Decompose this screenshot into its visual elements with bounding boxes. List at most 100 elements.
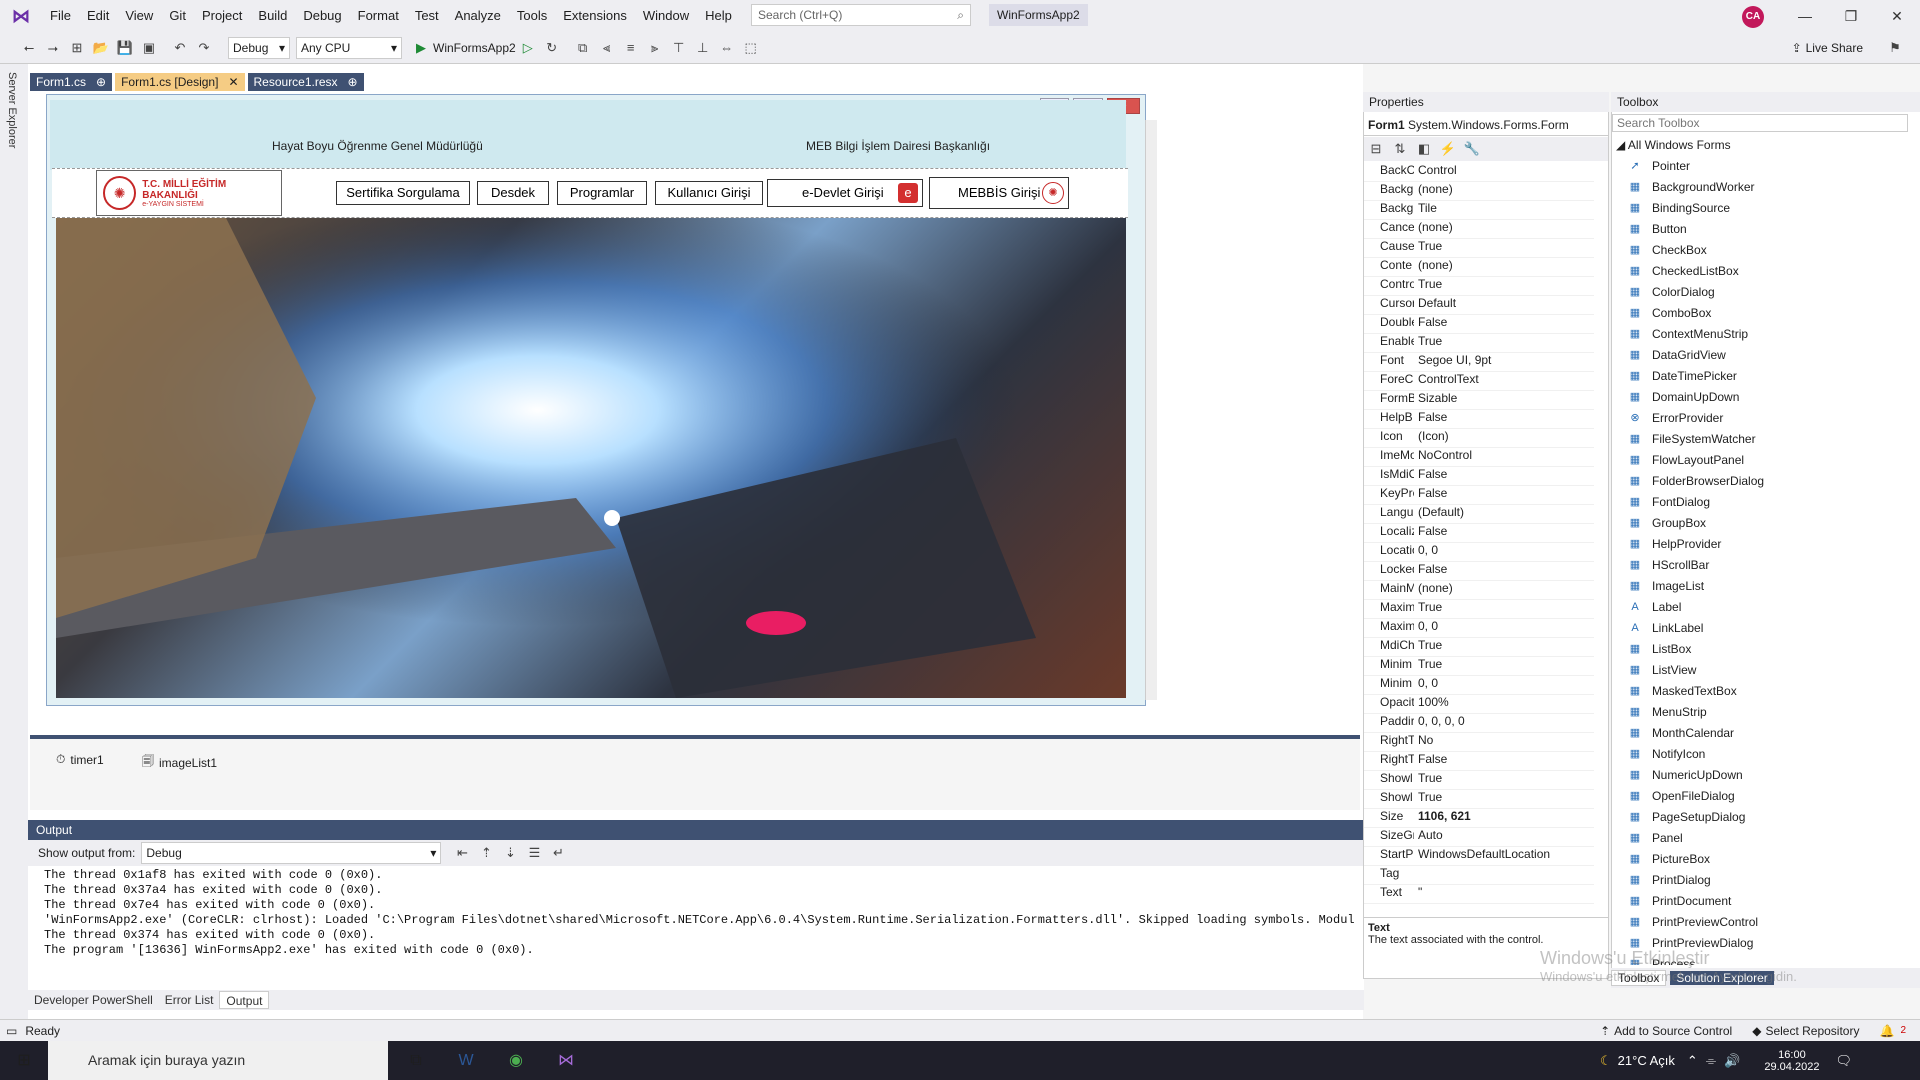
property-row[interactable]: LockedFalse xyxy=(1364,562,1594,581)
property-value[interactable]: NoControl xyxy=(1414,448,1594,466)
toolbox-item[interactable]: A LinkLabel xyxy=(1614,617,1904,638)
visual-studio-logo-icon[interactable]: ⋈ xyxy=(12,6,32,26)
property-value[interactable]: True xyxy=(1414,638,1594,656)
restore-icon[interactable]: ❐ xyxy=(1828,0,1874,32)
property-value[interactable]: True xyxy=(1414,239,1594,257)
live-share-button[interactable]: Live Share xyxy=(1806,41,1863,55)
property-row[interactable]: Opacit 100% xyxy=(1364,695,1594,714)
toolbox-group[interactable]: ◢ All Windows Forms xyxy=(1614,135,1904,155)
start-icon[interactable]: ▶ xyxy=(412,39,430,57)
property-row[interactable]: Paddir 0, 0, 0, 0 xyxy=(1364,714,1594,733)
properties-icon[interactable]: ◧ xyxy=(1415,140,1433,158)
property-row[interactable]: Backg (none) xyxy=(1364,182,1594,201)
events-icon[interactable]: ⚡ xyxy=(1439,140,1457,158)
property-row[interactable]: Conte (none) xyxy=(1364,258,1594,277)
property-value[interactable]: 0, 0, 0, 0 xyxy=(1414,714,1594,732)
property-value[interactable]: False xyxy=(1414,486,1594,504)
property-row[interactable]: Text " xyxy=(1364,885,1594,904)
property-row[interactable]: Showl True xyxy=(1364,771,1594,790)
start-button-label[interactable]: WinFormsApp2 xyxy=(433,41,516,55)
volume-icon[interactable]: 🔊 xyxy=(1724,1053,1740,1069)
prev-message-icon[interactable]: ⇡ xyxy=(477,844,495,862)
visual-studio-taskbar-icon[interactable]: ⋈ xyxy=(546,1043,586,1079)
tab-2[interactable]: Resource1.resx ⊕ xyxy=(247,73,364,91)
toolbox-item[interactable]: ▦ NumericUpDown xyxy=(1614,764,1904,785)
property-row[interactable]: Font Segoe UI, 9pt xyxy=(1364,353,1594,372)
property-row[interactable]: KeyPreFalse xyxy=(1364,486,1594,505)
toolbox-item[interactable]: ▦ NotifyIcon xyxy=(1614,743,1904,764)
toolbox-item[interactable]: ▦ BackgroundWorker xyxy=(1614,176,1904,197)
property-value[interactable]: True xyxy=(1414,600,1594,618)
property-row[interactable]: Tag xyxy=(1364,866,1594,885)
output-source-dropdown[interactable]: Debug ▾ xyxy=(141,842,442,864)
property-row[interactable]: FormB Sizable xyxy=(1364,391,1594,410)
property-value[interactable]: (none) xyxy=(1414,220,1594,238)
property-value[interactable]: Segoe UI, 9pt xyxy=(1414,353,1594,371)
save-all-icon[interactable]: ▣ xyxy=(140,39,158,57)
select-repository[interactable]: Select Repository xyxy=(1765,1020,1859,1042)
property-row[interactable]: ImeMo NoControl xyxy=(1364,448,1594,467)
toolbox-item[interactable]: ▦ OpenFileDialog xyxy=(1614,785,1904,806)
menu-test[interactable]: Test xyxy=(407,0,447,32)
property-row[interactable]: MdiCh True xyxy=(1364,638,1594,657)
menu-help[interactable]: Help xyxy=(697,0,740,32)
bottom-tab-2[interactable]: Output xyxy=(219,991,270,1009)
layout-icon[interactable]: ⧉ xyxy=(574,39,592,57)
certificate-query-button[interactable]: Sertifika Sorgulama xyxy=(336,181,470,205)
toolbox-item[interactable]: ▦ Button xyxy=(1614,218,1904,239)
network-icon[interactable]: ⌯ xyxy=(1706,1053,1716,1069)
property-value[interactable]: True xyxy=(1414,657,1594,675)
toolbox-item[interactable]: ▦ Panel xyxy=(1614,827,1904,848)
property-row[interactable]: Minim 0, 0 xyxy=(1364,676,1594,695)
task-view-icon[interactable]: ⧉ xyxy=(396,1043,436,1079)
properties-object-selector[interactable]: Form1 System.Windows.Forms.Form xyxy=(1364,114,1608,136)
property-row[interactable]: Cursor Default xyxy=(1364,296,1594,315)
minimize-icon[interactable]: — xyxy=(1782,0,1828,32)
search-box[interactable]: Search (Ctrl+Q) ⌕ xyxy=(751,4,971,26)
property-row[interactable]: Localiz False xyxy=(1364,524,1594,543)
property-value[interactable]: (none) xyxy=(1414,581,1594,599)
tab-0[interactable]: Form1.cs ⊕ xyxy=(30,73,113,91)
pin-icon[interactable]: ⊕ xyxy=(348,73,358,91)
property-value[interactable]: No xyxy=(1414,733,1594,751)
toolbox-item[interactable]: ▦ GroupBox xyxy=(1614,512,1904,533)
property-value[interactable]: (none) xyxy=(1414,258,1594,276)
toolbox-item[interactable]: ▦ DateTimePicker xyxy=(1614,365,1904,386)
toolbox-item[interactable]: ▦ FlowLayoutPanel xyxy=(1614,449,1904,470)
save-icon[interactable]: 💾 xyxy=(116,39,134,57)
property-value[interactable]: False xyxy=(1414,410,1594,428)
close-icon[interactable]: ✕ xyxy=(1874,0,1920,32)
menu-edit[interactable]: Edit xyxy=(79,0,117,32)
close-icon[interactable]: ✕ xyxy=(228,73,238,91)
menu-debug[interactable]: Debug xyxy=(295,0,349,32)
find-message-icon[interactable]: ⇤ xyxy=(453,844,471,862)
menu-extensions[interactable]: Extensions xyxy=(555,0,635,32)
windows-start-icon[interactable]: ⊞ xyxy=(4,1043,44,1079)
property-value[interactable]: False xyxy=(1414,467,1594,485)
forward-icon[interactable]: ⭢ xyxy=(44,39,62,57)
categorized-icon[interactable]: ⊟ xyxy=(1367,140,1385,158)
toolbox-item[interactable]: ▦ BindingSource xyxy=(1614,197,1904,218)
toolbox-item[interactable]: ▦ CheckBox xyxy=(1614,239,1904,260)
property-row[interactable]: Maxim 0, 0 xyxy=(1364,619,1594,638)
property-row[interactable]: Maxim True xyxy=(1364,600,1594,619)
align-left-icon[interactable]: ⫷ xyxy=(598,39,616,57)
toolbox-item[interactable]: ▦ ImageList xyxy=(1614,575,1904,596)
property-value[interactable]: (Default) xyxy=(1414,505,1594,523)
live-share-icon[interactable]: ⇪ xyxy=(1792,41,1802,55)
property-value[interactable]: (Icon) xyxy=(1414,429,1594,447)
desdek-button[interactable]: Desdek xyxy=(477,181,549,205)
size-icon[interactable]: ⬚ xyxy=(742,39,760,57)
menu-tools[interactable]: Tools xyxy=(509,0,555,32)
menu-build[interactable]: Build xyxy=(250,0,295,32)
toolbox-item[interactable]: ▦ ColorDialog xyxy=(1614,281,1904,302)
property-value[interactable]: True xyxy=(1414,771,1594,789)
property-value[interactable]: (none) xyxy=(1414,182,1594,200)
property-row[interactable]: CausesTrue xyxy=(1364,239,1594,258)
property-value[interactable]: ControlText xyxy=(1414,372,1594,390)
property-row[interactable]: Cancel (none) xyxy=(1364,220,1594,239)
property-row[interactable]: RightT No xyxy=(1364,733,1594,752)
toolbox-item[interactable]: ▦ MenuStrip xyxy=(1614,701,1904,722)
add-to-source-control[interactable]: Add to Source Control xyxy=(1614,1020,1732,1042)
property-value[interactable]: True xyxy=(1414,334,1594,352)
